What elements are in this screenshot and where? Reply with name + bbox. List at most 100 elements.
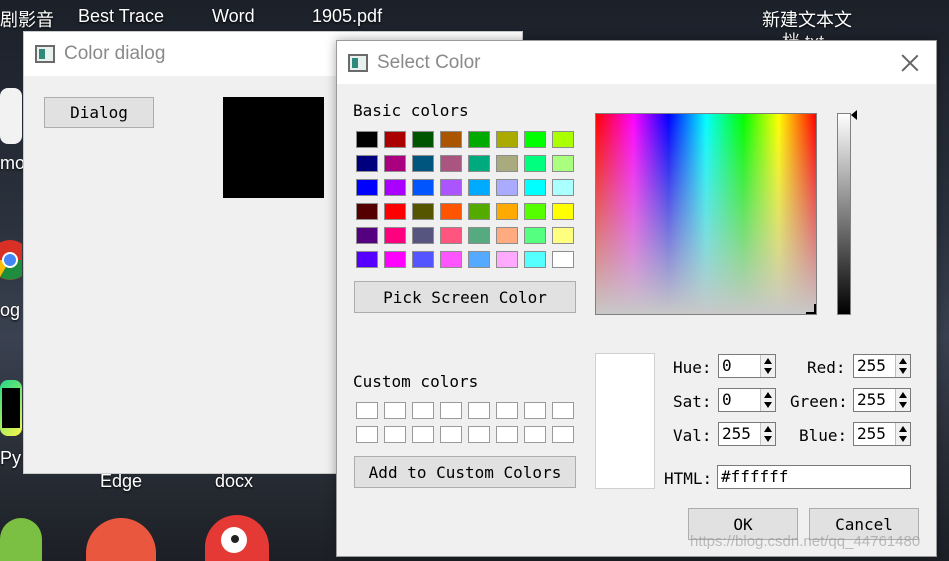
custom-color-slot[interactable] <box>524 402 546 419</box>
basic-color-swatch[interactable] <box>468 155 490 172</box>
chart-app-icon[interactable] <box>86 518 156 561</box>
basic-color-swatch[interactable] <box>384 155 406 172</box>
desktop-label-og[interactable]: og <box>0 300 20 321</box>
select-color-titlebar[interactable]: Select Color <box>337 41 936 84</box>
basic-color-swatch[interactable] <box>524 179 546 196</box>
red-stepper-icon[interactable] <box>895 355 910 377</box>
green-stepper-icon[interactable] <box>895 389 910 411</box>
custom-color-slot[interactable] <box>412 402 434 419</box>
custom-color-slot[interactable] <box>496 426 518 443</box>
custom-color-slot[interactable] <box>356 402 378 419</box>
add-custom-colors-button[interactable]: Add to Custom Colors <box>354 456 576 488</box>
sat-spinbox[interactable]: 0 <box>718 388 776 412</box>
desktop-label-edge[interactable]: Edge <box>100 471 142 492</box>
basic-color-swatch[interactable] <box>356 155 378 172</box>
hue-stepper-icon[interactable] <box>760 355 775 377</box>
custom-color-slot[interactable] <box>412 426 434 443</box>
basic-color-swatch[interactable] <box>356 251 378 268</box>
basic-color-swatch[interactable] <box>524 251 546 268</box>
basic-color-swatch[interactable] <box>468 203 490 220</box>
basic-color-swatch[interactable] <box>356 179 378 196</box>
custom-color-slot[interactable] <box>496 402 518 419</box>
basic-color-swatch[interactable] <box>384 179 406 196</box>
basic-color-swatch[interactable] <box>552 203 574 220</box>
basic-color-swatch[interactable] <box>524 227 546 244</box>
custom-color-slot[interactable] <box>552 402 574 419</box>
pick-screen-color-button[interactable]: Pick Screen Color <box>354 281 576 313</box>
custom-color-slot[interactable] <box>468 402 490 419</box>
basic-color-swatch[interactable] <box>496 179 518 196</box>
chrome-icon[interactable] <box>0 232 30 288</box>
sat-stepper-icon[interactable] <box>760 389 775 411</box>
basic-color-swatch[interactable] <box>440 203 462 220</box>
basic-color-swatch[interactable] <box>552 251 574 268</box>
basic-color-swatch[interactable] <box>468 227 490 244</box>
close-icon[interactable] <box>901 54 919 72</box>
blue-spinbox[interactable]: 255 <box>853 422 911 446</box>
basic-color-swatch[interactable] <box>552 227 574 244</box>
basic-color-swatch[interactable] <box>468 179 490 196</box>
basic-color-swatch[interactable] <box>440 227 462 244</box>
value-slider[interactable] <box>837 113 851 315</box>
basic-color-swatch[interactable] <box>552 179 574 196</box>
basic-color-swatch[interactable] <box>412 179 434 196</box>
parrot-app-icon[interactable] <box>205 515 269 561</box>
basic-color-swatch[interactable] <box>440 155 462 172</box>
custom-color-slot[interactable] <box>384 402 406 419</box>
basic-color-swatch[interactable] <box>552 155 574 172</box>
basic-color-swatch[interactable] <box>552 131 574 148</box>
basic-color-swatch[interactable] <box>384 131 406 148</box>
basic-color-swatch[interactable] <box>384 227 406 244</box>
blue-stepper-icon[interactable] <box>895 423 910 445</box>
basic-color-swatch[interactable] <box>412 251 434 268</box>
basic-color-swatch[interactable] <box>356 203 378 220</box>
basic-color-swatch[interactable] <box>468 251 490 268</box>
basic-color-swatch[interactable] <box>440 251 462 268</box>
basic-color-swatch[interactable] <box>356 227 378 244</box>
custom-color-slot[interactable] <box>440 426 462 443</box>
hue-spinbox[interactable]: 0 <box>718 354 776 378</box>
custom-color-slot[interactable] <box>468 426 490 443</box>
basic-color-swatch[interactable] <box>440 179 462 196</box>
basic-color-swatch[interactable] <box>356 131 378 148</box>
custom-color-slot[interactable] <box>552 426 574 443</box>
basic-color-swatch[interactable] <box>524 203 546 220</box>
custom-color-slot[interactable] <box>524 426 546 443</box>
custom-color-slot[interactable] <box>356 426 378 443</box>
val-stepper-icon[interactable] <box>760 423 775 445</box>
html-color-input[interactable]: #ffffff <box>717 465 911 489</box>
dialog-button[interactable]: Dialog <box>44 97 154 128</box>
desktop-label-mo[interactable]: mo <box>0 153 25 174</box>
basic-color-swatch[interactable] <box>440 131 462 148</box>
desktop-label-word[interactable]: Word <box>212 6 255 27</box>
basic-color-swatch[interactable] <box>496 227 518 244</box>
desktop-label-pdf[interactable]: 1905.pdf <box>312 6 382 27</box>
green-spinbox[interactable]: 255 <box>853 388 911 412</box>
basic-color-swatch[interactable] <box>412 203 434 220</box>
val-spinbox[interactable]: 255 <box>718 422 776 446</box>
basic-color-swatch[interactable] <box>412 131 434 148</box>
basic-color-swatch[interactable] <box>412 227 434 244</box>
basic-color-swatch[interactable] <box>384 203 406 220</box>
file-icon[interactable] <box>0 88 22 144</box>
basic-color-swatch[interactable] <box>496 131 518 148</box>
basic-color-swatch[interactable] <box>496 251 518 268</box>
desktop-label-py[interactable]: Py <box>0 448 21 469</box>
custom-color-slot[interactable] <box>440 402 462 419</box>
pycharm-icon[interactable] <box>0 380 22 436</box>
basic-color-swatch[interactable] <box>496 203 518 220</box>
basic-color-swatch[interactable] <box>496 155 518 172</box>
basic-color-swatch[interactable] <box>468 131 490 148</box>
red-spinbox[interactable]: 255 <box>853 354 911 378</box>
green-app-icon[interactable] <box>0 518 42 561</box>
picker-crosshair-icon[interactable] <box>806 304 816 314</box>
value-slider-arrow-icon[interactable] <box>851 110 857 120</box>
basic-color-swatch[interactable] <box>524 155 546 172</box>
basic-color-swatch[interactable] <box>524 131 546 148</box>
hue-saturation-picker[interactable] <box>595 113 817 315</box>
basic-color-swatch[interactable] <box>384 251 406 268</box>
desktop-label-media[interactable]: 剧影音 <box>0 6 54 32</box>
custom-color-slot[interactable] <box>384 426 406 443</box>
desktop-label-best-trace[interactable]: Best Trace <box>78 6 164 27</box>
desktop-label-docx[interactable]: docx <box>215 471 253 492</box>
